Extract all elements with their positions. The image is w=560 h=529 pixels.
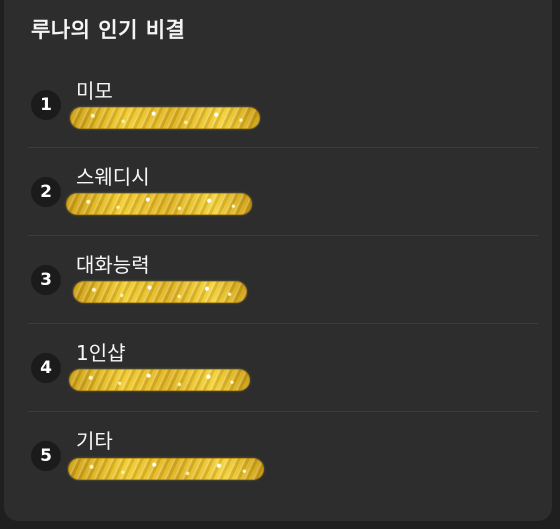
rank-badge: 5	[31, 441, 61, 471]
glitter-redaction	[69, 369, 250, 391]
card-title: 루나의 인기 비결	[31, 18, 186, 42]
item-label: 대화능력	[76, 253, 150, 277]
item-label: 기타	[76, 429, 113, 453]
list-item: 5 기타	[28, 412, 538, 500]
glitter-redaction	[66, 193, 252, 215]
list-item: 4 1인샵	[28, 324, 538, 412]
glitter-redaction	[68, 458, 264, 480]
item-label: 1인샵	[76, 341, 126, 365]
list-item: 3 대화능력	[28, 236, 538, 324]
item-label: 스웨디시	[76, 165, 150, 189]
rank-badge: 1	[31, 90, 61, 120]
rank-badge: 4	[31, 353, 61, 383]
rank-badge: 3	[31, 265, 61, 295]
item-label: 미모	[76, 79, 113, 103]
glitter-redaction	[73, 281, 247, 303]
glitter-redaction	[70, 107, 260, 129]
reason-list: 1 미모 2 스웨디시 3 대화능력 4 1인샵 5 기타	[28, 60, 538, 500]
list-item: 1 미모	[28, 60, 538, 148]
popularity-card: 루나의 인기 비결 1 미모 2 스웨디시 3 대화능력 4 1인샵 5 기타	[4, 0, 552, 521]
list-item: 2 스웨디시	[28, 148, 538, 236]
rank-badge: 2	[31, 177, 61, 207]
